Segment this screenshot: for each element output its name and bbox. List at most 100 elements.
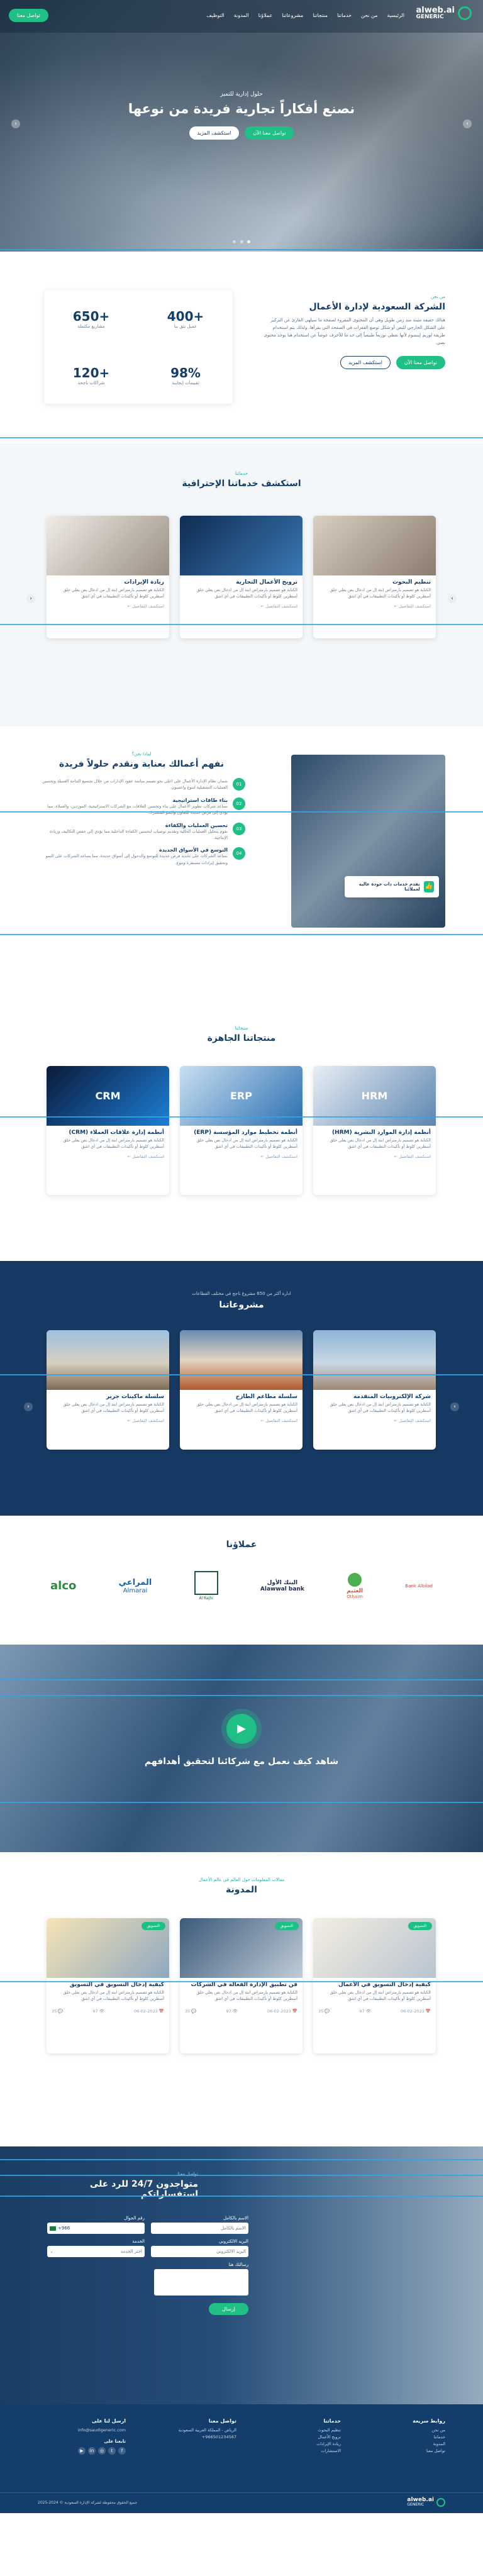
blog-card[interactable]: التسويق فن تطبيق الإدارة الفعالة في الشر… xyxy=(180,1918,303,2053)
product-more-link[interactable]: استكشف التفاصيل ← xyxy=(180,1150,303,1163)
service-more-link[interactable]: استكشف التفاصيل ← xyxy=(47,600,169,613)
footer-link[interactable]: تواصل معنا xyxy=(364,2448,445,2453)
hero-kicker: حلول إدارية للتميز xyxy=(220,91,263,97)
product-desc: الكتابة هو تصميم بارمتراض ابتة إل من ادخ… xyxy=(330,1138,431,1149)
services-prev-arrow[interactable]: › xyxy=(448,594,457,603)
blog-kicker: مقالات المعلومات حول العالم في عالم الأع… xyxy=(198,1877,285,1882)
othaim-icon xyxy=(348,1572,362,1587)
name-input[interactable] xyxy=(151,2223,248,2234)
project-card[interactable]: سلسلة مطاعم الطازج الكتابة هو تصميم بارم… xyxy=(180,1330,303,1450)
blog-date: 📅 06-02-2023 xyxy=(401,2008,431,2014)
section-divider xyxy=(0,249,483,250)
footer-link[interactable]: تنظيم البحوث xyxy=(259,2428,341,2433)
footer-link[interactable]: خدماتنا xyxy=(364,2434,445,2440)
blog-card[interactable]: التسويق كيفية إدخال التسويق في الأعمال ا… xyxy=(313,1918,436,2053)
nav-item-projects[interactable]: مشروعاتنا xyxy=(282,13,303,18)
service-card[interactable]: ترويج الأعمال التجارية الكتابة هو تصميم … xyxy=(180,516,303,638)
project-more-link[interactable]: استكشف التفاصيل ← xyxy=(313,1414,436,1427)
instagram-icon[interactable]: ◎ xyxy=(98,2447,106,2455)
play-button[interactable]: ▶ xyxy=(226,1714,257,1744)
message-textarea[interactable] xyxy=(154,2269,248,2296)
flag-icon xyxy=(50,2226,56,2231)
header-contact-button[interactable]: تواصل معنا xyxy=(9,9,48,22)
nav-item-blog[interactable]: المدونة xyxy=(234,13,249,18)
why-badge: 👍 نقدم خدمات ذات جودة عالية لعملائنا xyxy=(345,876,439,897)
youtube-icon[interactable]: ▶ xyxy=(78,2447,86,2455)
product-card[interactable]: CRM أنظمة إدارة علاقات العملاء (CRM) الك… xyxy=(47,1066,169,1195)
footer-link[interactable]: ريادة الإيرادات xyxy=(259,2441,341,2446)
video-section: ▶ شاهد كيف نعمل مع شركائنا لتحقيق أهدافه… xyxy=(0,1645,483,1852)
about-explore-button[interactable]: استكشف المزيد xyxy=(340,355,391,369)
why-title: نفهم أعمالك بعناية ونقدم حلولاً فريدة xyxy=(59,759,224,769)
project-card[interactable]: شركة الإلكترونيات المتقدمة الكتابة هو تص… xyxy=(313,1330,436,1450)
about-section: من نحن الشركة السعودية لإدارة الأعمال هن… xyxy=(0,252,483,443)
product-card[interactable]: ERP أنظمة تخطيط موارد المؤسسة (ERP) الكت… xyxy=(180,1066,303,1195)
projects-prev-arrow[interactable]: › xyxy=(450,1402,459,1411)
main-nav: الرئيسية من نحن خدماتنا منتجاتنا مشروعات… xyxy=(206,13,404,18)
social-icons: f t ◎ in ▶ xyxy=(38,2447,126,2455)
section-divider xyxy=(0,934,483,935)
service-title: ترويج الأعمال التجارية xyxy=(236,579,297,586)
blog-tag[interactable]: التسويق xyxy=(408,1922,432,1930)
hero-prev-arrow[interactable]: › xyxy=(463,119,472,128)
section-divider xyxy=(0,1679,483,1680)
client-logo: العثيم Othaim xyxy=(347,1572,363,1599)
hero-explore-button[interactable]: استكشف المزيد xyxy=(189,126,240,140)
project-more-link[interactable]: استكشف التفاصيل ← xyxy=(180,1414,303,1427)
phone-field[interactable]: +966 xyxy=(47,2223,145,2234)
footer-link[interactable]: من نحن xyxy=(364,2428,445,2433)
nav-item-products[interactable]: منتجاتنا xyxy=(313,13,328,18)
hero-next-arrow[interactable]: ‹ xyxy=(11,119,20,128)
projects-section: ادارة أكثر من 650 مشروع ناجح في مختلف ال… xyxy=(0,1261,483,1516)
service-image xyxy=(47,516,169,575)
why-section: 👍 نقدم خدمات ذات جودة عالية لعملائنا لما… xyxy=(0,726,483,1003)
footer-link[interactable]: ترويج الأعمال xyxy=(259,2434,341,2440)
nav-item-home[interactable]: الرئيسية xyxy=(387,13,404,18)
footer-link[interactable]: المدونة xyxy=(364,2441,445,2446)
twitter-icon[interactable]: t xyxy=(108,2447,116,2455)
service-card[interactable]: تنظيم البحوث الكتابة هو تصميم بارمتراض ا… xyxy=(313,516,436,638)
video-title: شاهد كيف نعمل مع شركائنا لتحقيق أهدافهم xyxy=(144,1757,339,1767)
blog-tag[interactable]: التسويق xyxy=(141,1922,165,1930)
blog-image: التسويق xyxy=(47,1918,169,1978)
logo[interactable]: alweb.ai GENERIC xyxy=(416,6,472,20)
blog-date: 📅 06-02-2023 xyxy=(267,2008,297,2014)
project-card[interactable]: سلسلة ماكينات جرير الكتابة هو تصميم بارم… xyxy=(47,1330,169,1450)
hero-contact-button[interactable]: تواصل معنا الآن xyxy=(245,126,294,140)
project-desc: الكتابة هو تصميم بارمتراض ابتة إل من ادخ… xyxy=(330,1402,431,1413)
nav-item-careers[interactable]: التوظيف xyxy=(206,13,224,18)
service-card[interactable]: ريادة الإيرادات الكتابة هو تصميم بارمترا… xyxy=(47,516,169,638)
blog-card[interactable]: التسويق كيفية إدخال التسويق في التسويق ا… xyxy=(47,1918,169,2053)
facebook-icon[interactable]: f xyxy=(118,2447,126,2455)
blog-comments: 💬 35 xyxy=(52,2008,64,2014)
projects-next-arrow[interactable]: ‹ xyxy=(24,1402,33,1411)
hero-dot[interactable] xyxy=(247,240,251,243)
logo-subtext: GENERIC xyxy=(416,14,444,20)
linkedin-icon[interactable]: in xyxy=(88,2447,96,2455)
hero-dot[interactable] xyxy=(240,240,243,243)
service-more-link[interactable]: استكشف التفاصيل ← xyxy=(180,600,303,613)
services-next-arrow[interactable]: ‹ xyxy=(26,594,35,603)
email-input[interactable] xyxy=(151,2246,248,2257)
product-more-link[interactable]: استكشف التفاصيل ← xyxy=(313,1150,436,1163)
stat-projects: +650 مشاريع مكتملة xyxy=(72,309,110,329)
footer-logo[interactable]: alweb.ai GENERIC xyxy=(407,2497,445,2507)
blog-views: 👁 97 xyxy=(92,2008,105,2014)
product-card[interactable]: HRM أنظمة إدارة الموارد البشرية (HRM) ال… xyxy=(313,1066,436,1195)
hero-dot[interactable] xyxy=(232,240,236,243)
product-more-link[interactable]: استكشف التفاصيل ← xyxy=(47,1150,169,1163)
play-icon: ▶ xyxy=(237,1722,246,1735)
blog-tag[interactable]: التسويق xyxy=(274,1922,299,1930)
service-select[interactable]: اختر الخدمة ⌄ xyxy=(47,2246,145,2257)
submit-button[interactable]: إرسال xyxy=(208,2303,248,2315)
nav-item-services[interactable]: خدماتنا xyxy=(337,13,352,18)
service-more-link[interactable]: استكشف التفاصيل ← xyxy=(313,600,436,613)
client-logo: البنك الأول Alawwal bank xyxy=(260,1579,304,1592)
footer-email[interactable]: info@saudigeneric.com xyxy=(38,2428,126,2433)
project-more-link[interactable]: استكشف التفاصيل ← xyxy=(47,1414,169,1427)
footer-link[interactable]: الاستشارات xyxy=(259,2448,341,2453)
contact-form: الاسم بالكامل رقم الجوال+966 البريد الال… xyxy=(47,2216,248,2315)
about-contact-button[interactable]: تواصل معنا الآن xyxy=(396,355,445,369)
nav-item-about[interactable]: من نحن xyxy=(361,13,377,18)
nav-item-clients[interactable]: عملاؤنا xyxy=(258,13,273,18)
